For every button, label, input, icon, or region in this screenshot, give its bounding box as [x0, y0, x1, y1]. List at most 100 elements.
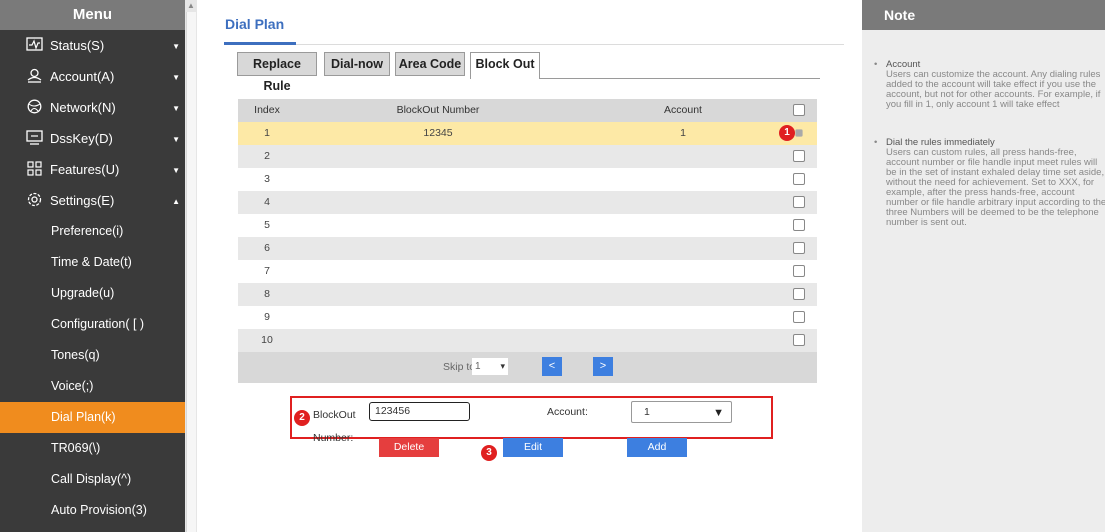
- bullet-icon: •: [874, 59, 878, 70]
- skip-to-select[interactable]: 1 ▾: [472, 358, 508, 375]
- sidebar-item-account[interactable]: Account(A) ▼: [0, 61, 185, 92]
- chevron-down-icon: ▼: [172, 73, 180, 82]
- row-index: 8: [264, 288, 270, 300]
- row-index: 6: [264, 242, 270, 254]
- row-checkbox[interactable]: [793, 334, 805, 346]
- sidebar-subitem-time-date[interactable]: Time & Date(t): [0, 247, 185, 278]
- table-row[interactable]: 1 12345 1 1: [238, 122, 817, 145]
- chevron-down-icon: ▼: [713, 407, 724, 419]
- tab-replace-rule[interactable]: Replace Rule: [237, 52, 317, 93]
- sidebar-subitem-tr069[interactable]: TR069(\): [0, 433, 185, 464]
- tab-area-code[interactable]: Area Code: [395, 52, 465, 76]
- table-row[interactable]: 3: [238, 168, 817, 191]
- sidebar-subitem-tones[interactable]: Tones(q): [0, 340, 185, 371]
- page-title: Dial Plan: [225, 16, 285, 32]
- title-underline: [224, 42, 296, 45]
- note-item-text: Users can custom rules, all press hands-…: [886, 147, 1105, 228]
- note-item-text: Users can customize the account. Any dia…: [886, 69, 1101, 110]
- row-index: 4: [264, 196, 270, 208]
- row-index: 3: [264, 173, 270, 185]
- sidebar-item-label: Settings(E): [50, 193, 115, 208]
- row-index: 1: [264, 127, 270, 139]
- sidebar-subitem-preference[interactable]: Preference(i): [0, 216, 185, 247]
- sidebar-item-settings[interactable]: Settings(E) ▲: [0, 185, 185, 216]
- chevron-down-icon: ▼: [172, 42, 180, 51]
- step-marker-2: 2: [294, 410, 310, 426]
- row-checkbox[interactable]: [793, 288, 805, 300]
- prev-page-button[interactable]: <: [542, 357, 562, 376]
- chevron-up-icon: ▲: [172, 197, 180, 206]
- sidebar-item-features[interactable]: Features(U) ▼: [0, 154, 185, 185]
- row-index: 5: [264, 219, 270, 231]
- network-icon: [27, 99, 42, 114]
- table-row[interactable]: 2: [238, 145, 817, 168]
- note-panel: Note • Account Users can customize the a…: [862, 0, 1105, 532]
- row-checkbox[interactable]: [795, 129, 803, 137]
- sidebar-subitem-voice[interactable]: Voice(;): [0, 371, 185, 402]
- row-index: 10: [261, 334, 273, 346]
- scroll-up-icon[interactable]: ▲: [187, 1, 195, 10]
- row-number: 12345: [423, 127, 453, 139]
- tabs-baseline: [540, 78, 820, 79]
- row-checkbox[interactable]: [793, 173, 805, 185]
- sidebar-item-label: DssKey(D): [50, 131, 113, 146]
- sidebar-item-network[interactable]: Network(N) ▼: [0, 92, 185, 123]
- table-row[interactable]: 10: [238, 329, 817, 352]
- account-select[interactable]: 1 ▼: [631, 401, 732, 423]
- row-checkbox[interactable]: [793, 265, 805, 277]
- sidebar-item-status[interactable]: Status(S) ▼: [0, 30, 185, 61]
- sidebar-subitem-dial-plan[interactable]: Dial Plan(k): [0, 402, 185, 433]
- blockout-number-label: BlockOut Number:: [313, 409, 356, 444]
- sidebar-subitem-upgrade[interactable]: Upgrade(u): [0, 278, 185, 309]
- features-icon: [27, 161, 42, 176]
- edit-button[interactable]: Edit: [503, 438, 563, 457]
- column-header-index: Index: [254, 104, 280, 116]
- skip-to-value: 1: [475, 361, 481, 372]
- table-row[interactable]: 5: [238, 214, 817, 237]
- column-header-number: BlockOut Number: [396, 104, 480, 116]
- table-row[interactable]: 4: [238, 191, 817, 214]
- chevron-down-icon: ▾: [500, 361, 505, 371]
- add-button[interactable]: Add: [627, 438, 687, 457]
- blockout-number-input[interactable]: 123456: [369, 402, 470, 421]
- select-all-checkbox[interactable]: [793, 104, 805, 116]
- next-page-button[interactable]: >: [593, 357, 613, 376]
- row-index: 9: [264, 311, 270, 323]
- column-header-account: Account: [664, 104, 702, 116]
- sidebar-item-dsskey[interactable]: DssKey(D) ▼: [0, 123, 185, 154]
- sidebar-item-label: Account(A): [50, 69, 115, 84]
- sidebar-scrollbar-thumb[interactable]: [186, 12, 196, 532]
- delete-button[interactable]: Delete: [379, 438, 439, 457]
- table-row[interactable]: 6: [238, 237, 817, 260]
- row-checkbox[interactable]: [793, 242, 805, 254]
- account-select-value: 1: [644, 406, 650, 418]
- chevron-down-icon: ▼: [172, 104, 180, 113]
- table-header-row: Index BlockOut Number Account: [238, 99, 817, 122]
- main-content: Dial Plan Replace Rule Dial-now Area Cod…: [197, 0, 847, 532]
- tab-dial-now[interactable]: Dial-now: [324, 52, 390, 76]
- row-checkbox[interactable]: [793, 311, 805, 323]
- menu-header: Menu: [0, 0, 185, 30]
- table-row[interactable]: 9: [238, 306, 817, 329]
- sidebar-item-label: Network(N): [50, 100, 116, 115]
- row-account: 1: [680, 127, 686, 139]
- sidebar: Menu Status(S) ▼ Account(A) ▼ Network(N)…: [0, 0, 185, 532]
- note-header: Note: [862, 0, 1105, 30]
- row-index: 7: [264, 265, 270, 277]
- sidebar-subitem-auto-provision[interactable]: Auto Provision(3): [0, 495, 185, 526]
- row-checkbox[interactable]: [793, 150, 805, 162]
- row-checkbox[interactable]: [793, 196, 805, 208]
- bullet-icon: •: [874, 137, 878, 148]
- table-row[interactable]: 7: [238, 260, 817, 283]
- step-marker-3: 3: [481, 445, 497, 461]
- sidebar-subitem-call-display[interactable]: Call Display(^): [0, 464, 185, 495]
- settings-icon: [27, 192, 42, 207]
- note-item-account: • Account Users can customize the accoun…: [874, 60, 1105, 110]
- sidebar-subitem-configuration[interactable]: Configuration( [ ): [0, 309, 185, 340]
- tab-block-out[interactable]: Block Out: [470, 52, 540, 79]
- table-row[interactable]: 8: [238, 283, 817, 306]
- chevron-down-icon: ▼: [172, 166, 180, 175]
- blockout-table: Index BlockOut Number Account 1 12345 1 …: [238, 99, 817, 383]
- pagination-bar: Skip to 1 ▾ < >: [238, 352, 817, 383]
- row-checkbox[interactable]: [793, 219, 805, 231]
